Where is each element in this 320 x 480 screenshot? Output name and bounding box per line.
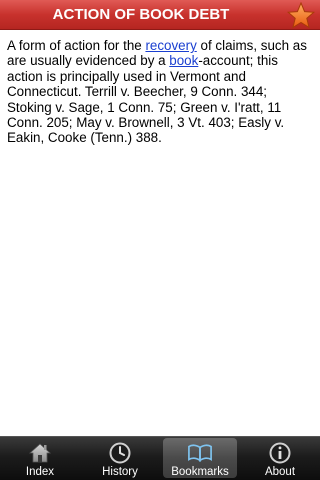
info-icon [268,442,292,464]
tab-history[interactable]: History [80,437,160,480]
star-icon [287,1,315,28]
tab-index-label: Index [25,466,55,478]
page-title: ACTION OF BOOK DEBT [52,6,230,23]
link-recovery[interactable]: recovery [145,38,196,53]
bookmark-star-button[interactable] [286,1,316,29]
clock-icon [108,442,132,464]
header-bar: ACTION OF BOOK DEBT [0,0,320,30]
tab-about-label: About [264,466,296,478]
bottom-tab-bar: Index History Bookmarks About [0,436,320,480]
tab-bookmarks[interactable]: Bookmarks [160,437,240,480]
book-icon [188,442,212,464]
tab-about[interactable]: About [240,437,320,480]
tab-index[interactable]: Index [0,437,80,480]
tab-history-label: History [102,466,138,478]
app-screen: ACTION OF BOOK DEBT A form of action for… [0,0,320,480]
text-segment: A form of action for the [7,38,146,53]
definition-text: A form of action for the recovery of cla… [7,38,313,146]
house-icon [28,442,52,464]
link-book[interactable]: book [169,53,198,68]
tab-bookmarks-label: Bookmarks [171,466,229,478]
